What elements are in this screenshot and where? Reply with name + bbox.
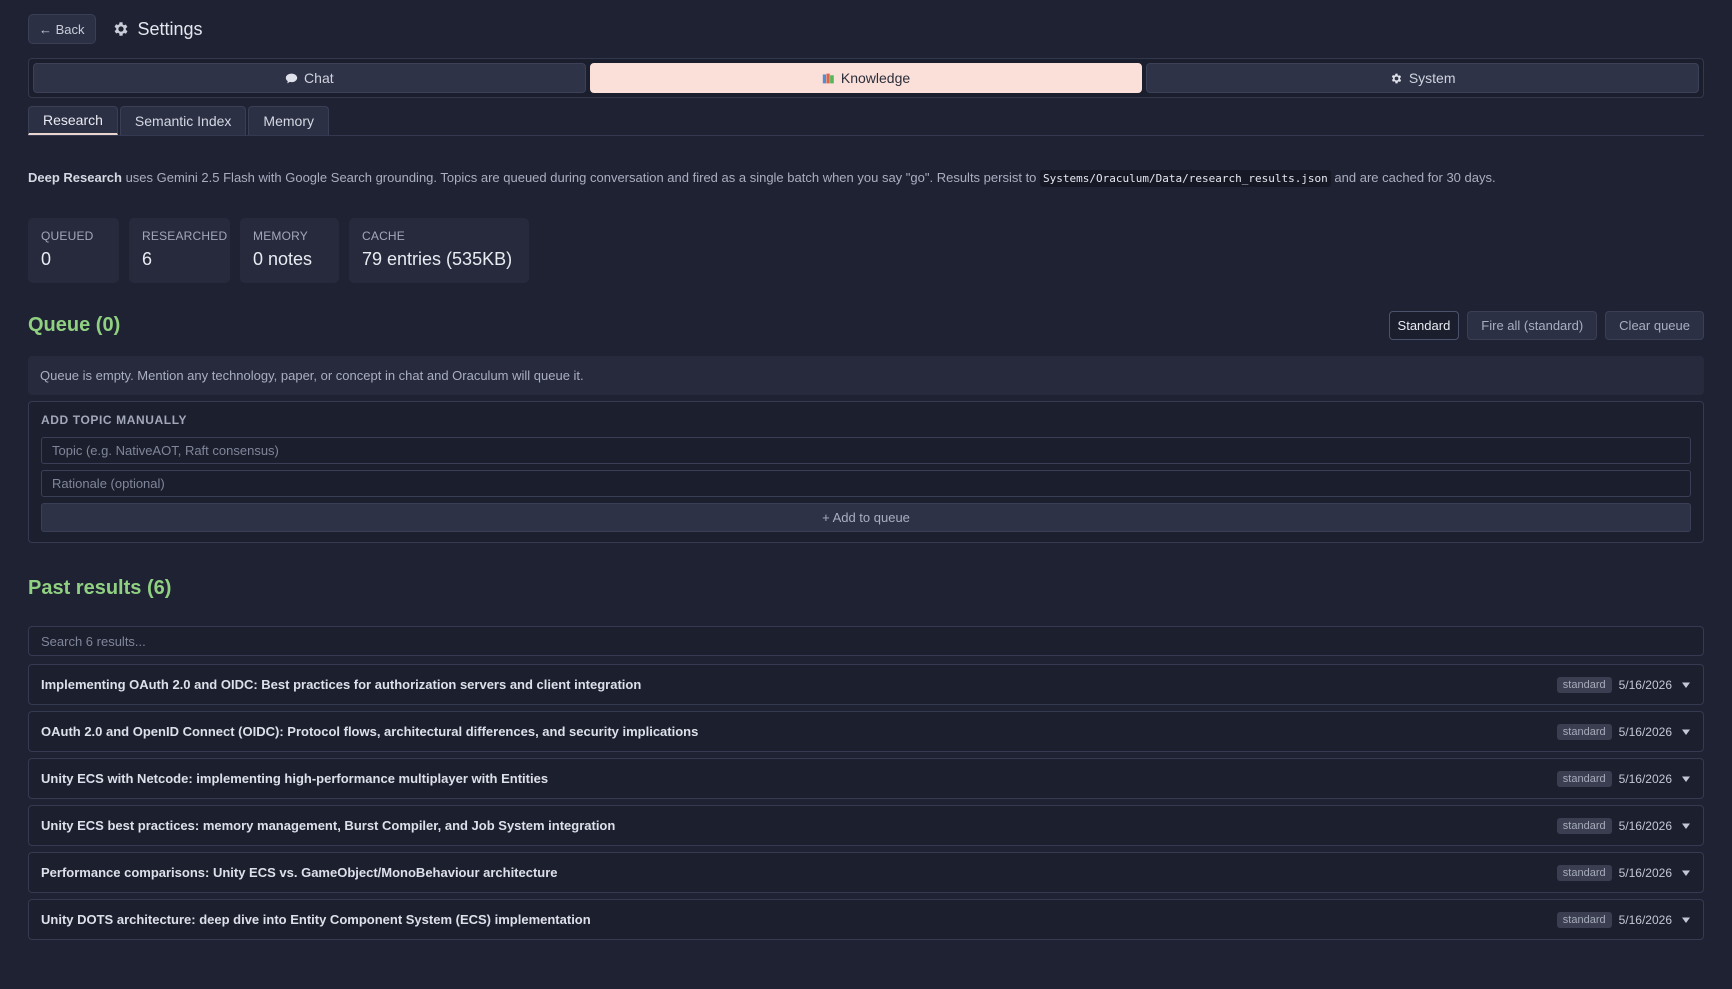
mode-badge: standard — [1556, 864, 1612, 881]
stat-value: 0 notes — [253, 249, 313, 269]
result-row[interactable]: Unity DOTS architecture: deep dive into … — [28, 899, 1704, 940]
result-title: Unity DOTS architecture: deep dive into … — [41, 912, 591, 927]
tab-chat-label: Chat — [304, 70, 334, 86]
result-date: 5/16/2026 — [1618, 771, 1672, 786]
title-wrap: Settings — [112, 19, 203, 40]
stat-label: QUEUED — [41, 229, 94, 243]
description-text-2: and are cached for 30 days. — [1330, 170, 1496, 185]
description-text-1: uses Gemini 2.5 Flash with Google Search… — [121, 170, 1041, 185]
result-title: Unity ECS with Netcode: implementing hig… — [41, 771, 549, 786]
result-date: 5/16/2026 — [1618, 865, 1672, 880]
speech-bubble-icon — [285, 73, 298, 83]
mode-badge: standard — [1556, 676, 1612, 693]
description-lead: Deep Research — [28, 170, 122, 185]
fire-all-button[interactable]: Fire all (standard) — [1467, 311, 1598, 340]
result-date: 5/16/2026 — [1618, 818, 1672, 833]
stat-label: MEMORY — [253, 229, 308, 243]
result-row[interactable]: Performance comparisons: Unity ECS vs. G… — [28, 852, 1704, 893]
tab-system-label: System — [1408, 70, 1456, 86]
subtab-semantic-index[interactable]: Semantic Index — [119, 106, 247, 135]
result-row[interactable]: Implementing OAuth 2.0 and OIDC: Best pr… — [28, 664, 1704, 705]
subtab-memory[interactable]: Memory — [248, 106, 329, 135]
add-topic-panel: ADD TOPIC MANUALLY + Add to queue — [28, 401, 1704, 543]
add-topic-title: ADD TOPIC MANUALLY — [41, 413, 188, 427]
stat-researched: RESEARCHED 6 — [129, 218, 230, 283]
chevron-down-icon[interactable] — [1681, 680, 1691, 690]
stat-value: 6 — [142, 249, 153, 269]
stats-row: QUEUED 0 RESEARCHED 6 MEMORY 0 notes CAC… — [28, 218, 1704, 283]
add-to-queue-button[interactable]: + Add to queue — [41, 503, 1691, 532]
result-row[interactable]: OAuth 2.0 and OpenID Connect (OIDC): Pro… — [28, 711, 1704, 752]
tab-chat[interactable]: Chat — [33, 63, 586, 93]
stat-cache: CACHE 79 entries (535KB) — [349, 218, 529, 283]
result-title: OAuth 2.0 and OpenID Connect (OIDC): Pro… — [41, 724, 699, 739]
queue-empty-message: Queue is empty. Mention any technology, … — [28, 356, 1704, 395]
header: ← Back Settings — [28, 0, 1704, 58]
result-title: Unity ECS best practices: memory managem… — [41, 818, 616, 833]
tab-system[interactable]: System — [1146, 63, 1700, 93]
research-description: Deep Research uses Gemini 2.5 Flash with… — [28, 169, 1704, 188]
rationale-input[interactable] — [41, 470, 1691, 497]
chevron-down-icon[interactable] — [1681, 821, 1691, 831]
mode-badge: standard — [1556, 817, 1612, 834]
gear-icon — [114, 22, 127, 36]
past-results-title: Past results (6) — [28, 577, 172, 599]
chevron-down-icon[interactable] — [1681, 774, 1691, 784]
result-title: Implementing OAuth 2.0 and OIDC: Best pr… — [41, 677, 642, 692]
queue-actions: Standard Fire all (standard) Clear queue — [1388, 311, 1704, 340]
mode-badge: standard — [1556, 911, 1612, 928]
subtab-research[interactable]: Research — [28, 106, 118, 135]
topic-input[interactable] — [41, 437, 1691, 464]
stat-label: CACHE — [362, 229, 406, 243]
queue-title: Queue (0) — [28, 314, 121, 336]
results-search-input[interactable] — [28, 626, 1704, 656]
settings-page: ← Back Settings Chat Knowledge System Re… — [0, 0, 1732, 989]
sub-tabs: Research Semantic Index Memory — [28, 106, 1704, 136]
result-date: 5/16/2026 — [1618, 724, 1672, 739]
result-row[interactable]: Unity ECS with Netcode: implementing hig… — [28, 758, 1704, 799]
mode-badge: standard — [1556, 723, 1612, 740]
stat-value: 79 entries (535KB) — [362, 249, 513, 269]
result-title: Performance comparisons: Unity ECS vs. G… — [41, 865, 558, 880]
result-row[interactable]: Unity ECS best practices: memory managem… — [28, 805, 1704, 846]
stat-memory: MEMORY 0 notes — [240, 218, 339, 283]
results-path: Systems/Oraculum/Data/research_results.j… — [1040, 170, 1331, 187]
queue-header: Queue (0) Standard Fire all (standard) C… — [28, 311, 1704, 340]
clear-queue-button[interactable]: Clear queue — [1605, 311, 1704, 340]
back-button[interactable]: ← Back — [28, 14, 96, 44]
chevron-down-icon[interactable] — [1681, 868, 1691, 878]
tab-knowledge-label: Knowledge — [840, 70, 911, 86]
stat-queued: QUEUED 0 — [28, 218, 119, 283]
result-date: 5/16/2026 — [1618, 677, 1672, 692]
result-date: 5/16/2026 — [1618, 912, 1672, 927]
mode-standard-button[interactable]: Standard — [1388, 311, 1460, 340]
tab-knowledge[interactable]: Knowledge — [589, 63, 1143, 93]
results-list: Implementing OAuth 2.0 and OIDC: Best pr… — [28, 664, 1704, 940]
main-tabs: Chat Knowledge System — [28, 58, 1704, 98]
stat-value: 0 — [41, 249, 52, 269]
page-title: Settings — [137, 18, 203, 39]
books-icon — [822, 73, 834, 83]
chevron-down-icon[interactable] — [1681, 727, 1691, 737]
mode-badge: standard — [1556, 770, 1612, 787]
chevron-down-icon[interactable] — [1681, 915, 1691, 925]
gear-icon — [1391, 73, 1401, 83]
stat-label: RESEARCHED — [142, 229, 228, 243]
